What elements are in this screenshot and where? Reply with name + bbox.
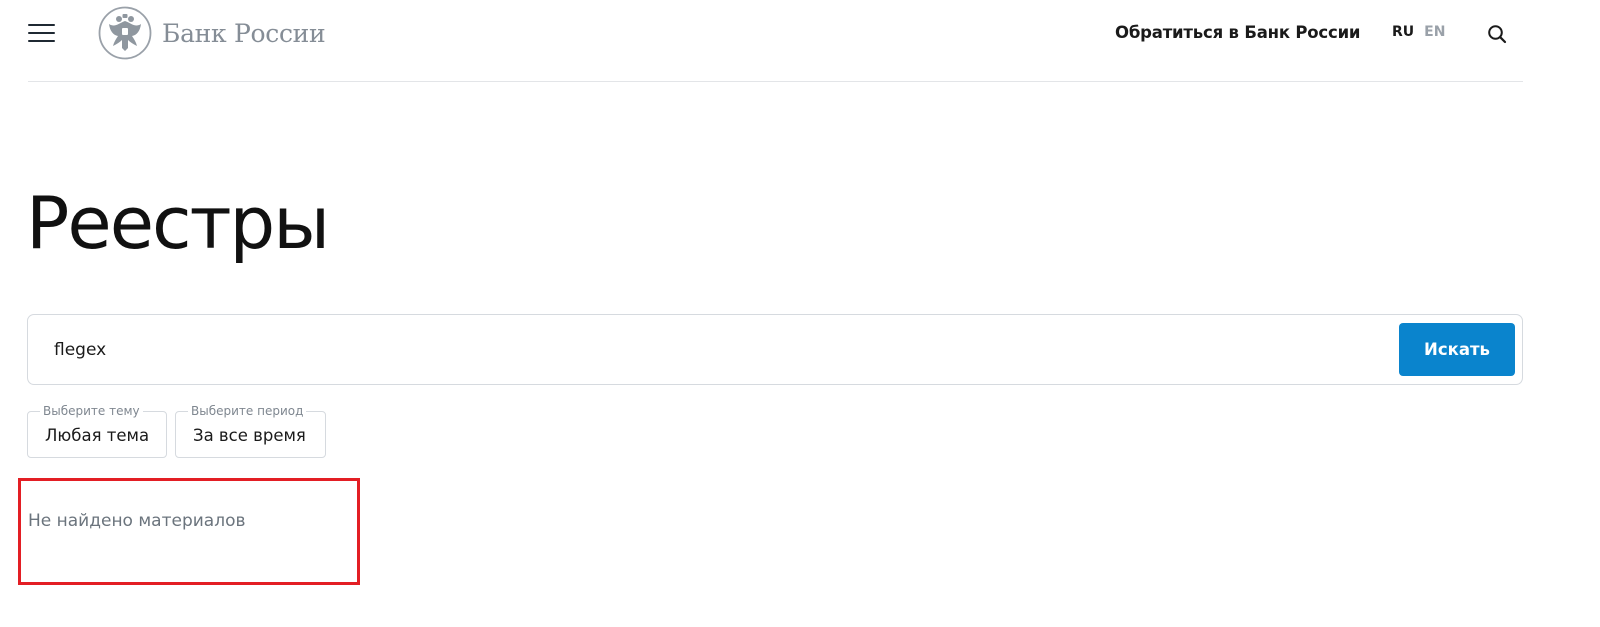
logo-text: Банк России bbox=[162, 18, 326, 48]
language-switcher: RU EN bbox=[1392, 24, 1445, 40]
theme-filter-select[interactable]: Выберите тему Любая тема bbox=[27, 404, 167, 458]
lang-ru-link[interactable]: RU bbox=[1392, 24, 1414, 40]
site-logo[interactable]: Банк России bbox=[98, 6, 326, 60]
eagle-emblem-icon bbox=[98, 6, 152, 60]
search-input[interactable] bbox=[54, 334, 1354, 366]
hamburger-menu-icon[interactable] bbox=[28, 24, 55, 42]
search-button[interactable]: Искать bbox=[1399, 323, 1515, 376]
search-form: Искать bbox=[27, 314, 1523, 385]
theme-filter-legend: Выберите тему bbox=[40, 404, 143, 418]
period-filter-legend: Выберите период bbox=[188, 404, 307, 418]
period-filter-select[interactable]: Выберите период За все время bbox=[175, 404, 326, 458]
contact-bank-link[interactable]: Обратиться в Банк России bbox=[1115, 23, 1360, 42]
highlight-annotation-box bbox=[18, 478, 360, 585]
lang-en-link[interactable]: EN bbox=[1424, 24, 1445, 40]
theme-filter-value: Любая тема bbox=[45, 426, 150, 445]
search-icon[interactable] bbox=[1487, 24, 1507, 44]
page-title: Реестры bbox=[26, 181, 330, 265]
site-header: Банк России Обратиться в Банк России RU E… bbox=[28, 0, 1523, 82]
period-filter-value: За все время bbox=[193, 426, 306, 445]
no-results-message: Не найдено материалов bbox=[28, 511, 246, 531]
